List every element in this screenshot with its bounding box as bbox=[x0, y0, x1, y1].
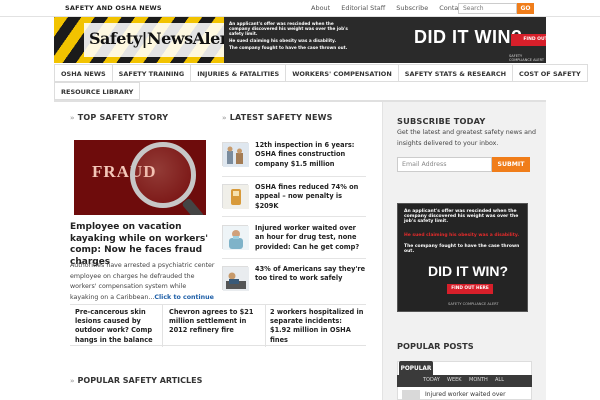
ad-footer: SAFETY COMPLIANCE ALERT bbox=[448, 302, 499, 306]
subscribe-title: SUBSCRIBE TODAY bbox=[397, 116, 486, 126]
bottom-news-strip: Pre-cancerous skin lesions caused by out… bbox=[70, 304, 366, 347]
chevron-right-icon: » bbox=[70, 377, 75, 385]
ad-line: He sued claiming his obesity was a disab… bbox=[404, 233, 520, 238]
nav-item-injuries-fatalities[interactable]: INJURIES & FATALITIES bbox=[191, 64, 287, 82]
news-headline[interactable]: Injured worker waited over an hour for d… bbox=[255, 224, 367, 252]
nav-row-2: RESOURCE LIBRARY bbox=[54, 82, 141, 100]
news-thumbnail[interactable] bbox=[222, 266, 249, 291]
news-divider bbox=[222, 258, 366, 259]
strip-divider bbox=[265, 305, 266, 347]
top-link-editorial-staff[interactable]: Editorial Staff bbox=[341, 4, 385, 12]
popular-posts-title: POPULAR POSTS bbox=[397, 341, 474, 351]
ad-headline: DID IT WIN? bbox=[428, 263, 509, 279]
chevron-right-icon: » bbox=[222, 114, 227, 122]
popular-articles-title: » POPULAR SAFETY ARTICLES bbox=[70, 376, 202, 385]
news-item[interactable]: Injured worker waited over an hour for d… bbox=[222, 221, 366, 257]
nav-item-workers-compensation[interactable]: WORKERS' COMPENSATION bbox=[286, 64, 399, 82]
banner-ad-text: An applicant's offer was rescinded when … bbox=[229, 21, 349, 52]
subscribe-description: Get the latest and greatest safety news … bbox=[397, 129, 536, 147]
news-headline[interactable]: OSHA fines reduced 74% on appeal – now p… bbox=[255, 183, 367, 211]
ad-line: The company fought to have the case thro… bbox=[404, 244, 520, 254]
chevron-right-icon: » bbox=[70, 114, 75, 122]
nav-item-cost-of-safety[interactable]: COST OF SAFETY bbox=[513, 64, 588, 82]
banner-ad-headline: DID IT WIN? bbox=[414, 27, 523, 47]
strip-divider bbox=[162, 305, 163, 347]
news-thumbnail[interactable] bbox=[222, 142, 249, 167]
magnifier-handle bbox=[181, 197, 205, 215]
banner-ad-footer: SAFETY COMPLIANCE ALERT bbox=[509, 54, 544, 62]
top-story-image[interactable]: FRAUD bbox=[74, 140, 206, 215]
submit-button[interactable]: SUBMIT bbox=[492, 157, 530, 172]
banner-find-out-button[interactable]: FIND OUT HERE bbox=[511, 34, 546, 46]
news-thumbnail[interactable] bbox=[222, 184, 249, 209]
post-thumbnail[interactable] bbox=[402, 390, 420, 400]
main-nav: OSHA NEWS SAFETY TRAINING INJURIES & FAT… bbox=[54, 64, 588, 102]
section-title-text: LATEST SAFETY NEWS bbox=[229, 113, 333, 122]
latest-news-section-title: » LATEST SAFETY NEWS bbox=[222, 113, 333, 122]
site-logo[interactable]: Safety|NewsAlert bbox=[89, 29, 235, 48]
search-go-button[interactable]: GO bbox=[517, 3, 534, 14]
site-brand-link[interactable]: SAFETY AND OSHA NEWS bbox=[65, 4, 162, 12]
news-item[interactable]: 43% of Americans say they're too tired t… bbox=[222, 262, 366, 298]
top-link-about[interactable]: About bbox=[311, 4, 330, 12]
strip-news-item[interactable]: Chevron agrees to $21 million settlement… bbox=[169, 308, 263, 336]
tab-all[interactable]: ALL bbox=[495, 377, 504, 383]
news-divider bbox=[222, 216, 366, 217]
news-item[interactable]: OSHA fines reduced 74% on appeal – now p… bbox=[222, 180, 366, 216]
search-input[interactable]: Search bbox=[458, 3, 517, 14]
section-title-text: TOP SAFETY STORY bbox=[77, 113, 169, 122]
news-divider bbox=[222, 176, 366, 177]
tab-month[interactable]: MONTH bbox=[469, 377, 488, 383]
strip-news-item[interactable]: 2 workers hospitalized in separate incid… bbox=[270, 308, 364, 345]
tab-today[interactable]: TODAY bbox=[423, 377, 440, 383]
magnifying-glass-icon bbox=[130, 142, 196, 208]
click-to-continue-link[interactable]: Click to continue bbox=[154, 294, 214, 301]
ad-line: An applicant's offer was rescinded when … bbox=[404, 209, 519, 224]
tab-popular[interactable]: POPULAR bbox=[399, 361, 433, 377]
top-link-subscribe[interactable]: Subscribe bbox=[396, 4, 428, 12]
page: SAFETY AND OSHA NEWS About Editorial Sta… bbox=[0, 0, 600, 400]
popular-post-link[interactable]: Injured worker waited over bbox=[425, 391, 533, 399]
top-story-description: Authorities have arrested a psychiatric … bbox=[70, 261, 215, 303]
strip-news-item[interactable]: Pre-cancerous skin lesions caused by out… bbox=[75, 308, 169, 345]
ad-find-out-button[interactable]: FIND OUT HERE bbox=[447, 284, 493, 294]
section-title-text: POPULAR SAFETY ARTICLES bbox=[77, 376, 203, 385]
nav-item-safety-training[interactable]: SAFETY TRAINING bbox=[112, 64, 192, 82]
tab-week[interactable]: WEEK bbox=[447, 377, 462, 383]
top-story-section-title: » TOP SAFETY STORY bbox=[70, 113, 168, 122]
nav-item-resource-library[interactable]: RESOURCE LIBRARY bbox=[54, 82, 141, 100]
top-links: About Editorial Staff Subscribe Contact bbox=[311, 4, 476, 12]
nav-row-1: OSHA NEWS SAFETY TRAINING INJURIES & FAT… bbox=[54, 64, 588, 82]
sidebar-ad[interactable]: An applicant's offer was rescinded when … bbox=[397, 203, 528, 312]
news-headline[interactable]: 43% of Americans say they're too tired t… bbox=[255, 265, 367, 284]
banner-ad-line: He sued claiming his obesity was a disab… bbox=[229, 38, 337, 43]
news-thumbnail[interactable] bbox=[222, 225, 249, 250]
banner-ad-line: The company fought to have the case thro… bbox=[229, 45, 348, 50]
header-banner[interactable]: Safety|NewsAlert An applicant's offer wa… bbox=[54, 17, 546, 63]
nav-item-osha-news[interactable]: OSHA NEWS bbox=[54, 64, 113, 82]
top-bar: SAFETY AND OSHA NEWS About Editorial Sta… bbox=[0, 0, 600, 17]
banner-ad-line: An applicant's offer was rescinded when … bbox=[229, 21, 348, 36]
email-field[interactable]: Email Address bbox=[397, 157, 492, 172]
news-item[interactable]: 12th inspection in 6 years: OSHA fines c… bbox=[222, 138, 366, 174]
news-headline[interactable]: 12th inspection in 6 years: OSHA fines c… bbox=[255, 141, 367, 169]
nav-item-safety-stats-research[interactable]: SAFETY STATS & RESEARCH bbox=[398, 64, 514, 82]
